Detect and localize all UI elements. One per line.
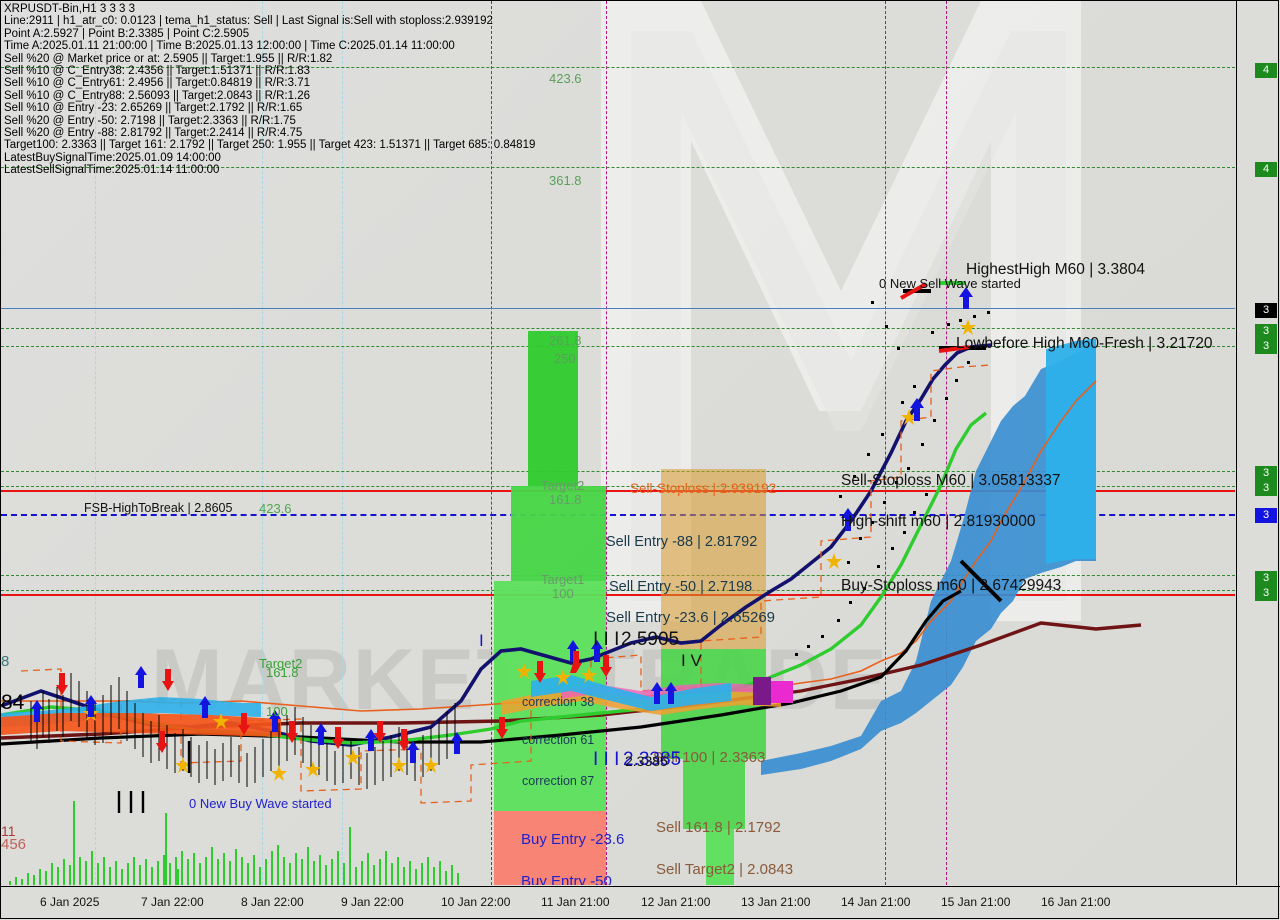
fib-label-6: 161.8 (549, 492, 582, 507)
time-tick-9: 15 Jan 21:00 (941, 895, 1011, 909)
edge-label-0: 8 (1, 653, 10, 670)
info-line-1: Point A:2.5927 | Point B:2.3385 | Point … (4, 27, 250, 40)
info-line-8: Sell %20 @ Entry -50: 2.7198 || Target:2… (4, 114, 296, 127)
time-tick-7: 13 Jan 21:00 (741, 895, 811, 909)
time-tick-5: 11 Jan 21:00 (541, 895, 610, 909)
price-label-12: Sell Target2 | 2.0843 (656, 861, 794, 878)
time-tick-8: 14 Jan 21:00 (841, 895, 911, 909)
time-tick-6: 12 Jan 21:00 (641, 895, 711, 909)
info-line-3: Sell %20 @ Market price or at: 2.5905 ||… (4, 52, 333, 65)
price-label-19: 0 New Sell Wave started (879, 276, 1021, 291)
price-badge-8[interactable]: 3 (1255, 571, 1277, 586)
price-label-4: Buy-Stoploss m60 | 2.67429943 (841, 577, 1062, 594)
ma-green-line (1, 411, 988, 745)
wave-label-3: I V (681, 651, 702, 670)
fib-label-5: Target2 (541, 478, 585, 493)
time-axis[interactable]: 6 Jan 2025 7 Jan 22:00 8 Jan 22:00 9 Jan 22… (0, 886, 1280, 920)
fib-label-10: 161.8 (266, 665, 299, 680)
price-badge-9[interactable]: 3 (1255, 586, 1277, 601)
volume-histogram (9, 801, 459, 885)
info-line-0: Line:2911 | h1_atr_c0: 0.0123 | tema_h1_… (4, 15, 493, 28)
fib-label-8: 100 (552, 586, 574, 601)
ma-navy-line (1, 343, 992, 747)
price-badge-5[interactable]: 3 (1255, 466, 1277, 481)
fib-label-7: Target1 (541, 572, 585, 587)
block-purple (753, 677, 771, 705)
price-label-7: Sell Entry -88 | 2.81792 (606, 534, 758, 550)
price-label-15: correction 38 (522, 695, 595, 709)
fib-label-3: 250 (554, 351, 576, 366)
chart-plot-area[interactable]: MARKET TRADE (1, 1, 1235, 885)
info-line-6: Sell %10 @ C_Entry88: 2.56093 || Target:… (4, 89, 310, 102)
info-line-12: LatestSellSignalTime:2025.01.14 11:00:00 (4, 164, 220, 177)
price-label-3: High-shift m60 | 2.81930000 (841, 513, 1036, 530)
price-label-1: Lowbefore High M60-Fresh | 3.21720 (956, 335, 1213, 352)
price-label-5: FSB-HighToBreak | 2.8605 (84, 501, 233, 515)
wave-label-1: I I I (593, 629, 620, 650)
symbol-title: XRPUSDT-Bin,H1 3 3 3 3 (4, 3, 136, 15)
price-label-17: correction 87 (522, 774, 595, 788)
time-tick-0: 6 Jan 2025 (40, 895, 100, 909)
time-tick-2: 8 Jan 22:00 (241, 895, 304, 909)
edge-label-1: 84 (1, 691, 25, 714)
wave-label-6: 2.3385 (625, 753, 668, 769)
price-label-11: Sell 161.8 | 2.1792 (656, 819, 781, 836)
price-axis[interactable]: 4433333333 (1236, 0, 1279, 885)
price-label-16: correction 61 (522, 733, 595, 747)
info-line-4: Sell %10 @ C_Entry38: 2.4356 || Target:1… (4, 65, 310, 78)
price-label-9: Sell Entry -23.6 | 2.65269 (606, 609, 775, 626)
price-badge-7[interactable]: 3 (1255, 508, 1277, 523)
fib-label-0: 423.6 (549, 71, 582, 86)
price-label-2: Sell-Stoploss M60 | 3.05813337 (841, 472, 1061, 489)
fib-label-2: 261.8 (549, 333, 582, 348)
edge-label-3: 456 (1, 836, 27, 853)
price-badge-4[interactable]: 3 (1255, 339, 1277, 354)
time-tick-1: 7 Jan 22:00 (141, 895, 204, 909)
info-line-2: Time A:2025.01.11 21:00:00 | Time B:2025… (4, 40, 455, 53)
fib-label-11: 100 (266, 704, 288, 719)
price-badge-6[interactable]: 3 (1255, 481, 1277, 496)
info-line-11: LatestBuySignalTime:2025.01.09 14:00:00 (4, 151, 221, 164)
price-label-6: Sell-Stoploss | 2.939192 (630, 481, 777, 496)
info-line-7: Sell %10 @ Entry -23: 2.65269 || Target:… (4, 102, 303, 115)
fib-label-1: 361.8 (549, 173, 582, 188)
price-badge-1[interactable]: 4 (1255, 162, 1277, 177)
price-badge-0[interactable]: 4 (1255, 63, 1277, 78)
price-label-14: Buy Entry -50 (521, 873, 612, 885)
info-line-9: Sell %20 @ Entry -88: 2.81792 || Target:… (4, 127, 303, 140)
wave-label-2: 2.5905 (621, 629, 680, 650)
block-magenta (771, 681, 793, 703)
wave-label-4: I I I (593, 749, 620, 770)
info-line-10: Target100: 2.3363 || Target 161: 2.1792 … (4, 139, 536, 152)
price-label-13: Buy Entry -23.6 (521, 831, 625, 848)
fib-label-4: 423.6 (259, 501, 292, 516)
time-tick-3: 9 Jan 22:00 (341, 895, 404, 909)
trading-chart-window[interactable]: MARKET TRADE (0, 0, 1280, 920)
price-label-18: 0 New Buy Wave started (189, 796, 332, 811)
price-badge-2[interactable]: 3 (1255, 303, 1277, 318)
time-tick-10: 16 Jan 21:00 (1041, 895, 1111, 909)
price-badge-3[interactable]: 3 (1255, 324, 1277, 339)
price-label-8: Sell Entry -50 | 2.7198 (609, 579, 753, 595)
cloud-cyan-band (1046, 339, 1096, 564)
signal-bars (117, 741, 191, 813)
info-line-5: Sell %10 @ C_Entry61: 2.4956 || Target:0… (4, 77, 310, 90)
chart-info-panel: XRPUSDT-Bin,H1 3 3 3 3 Line:2911 | h1_atr… (4, 3, 535, 177)
wave-label-0: I (479, 631, 484, 650)
time-tick-4: 10 Jan 22:00 (441, 895, 511, 909)
